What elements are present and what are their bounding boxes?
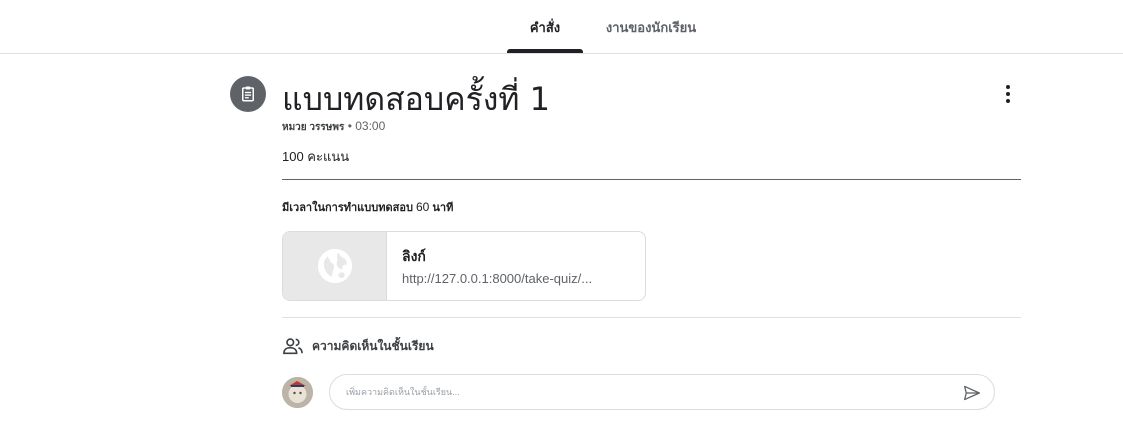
meta-separator: •: [347, 119, 352, 133]
comments-divider: [282, 317, 1021, 318]
tab-student-work-label: งานของนักเรียน: [605, 19, 697, 35]
description-number: 60: [415, 200, 430, 214]
comments-header-label: ความคิดเห็นในชั้นเรียน: [312, 338, 434, 353]
comment-input[interactable]: [344, 386, 928, 398]
assignment-description: มีเวลาในการทำแบบทดสอบ 60 นาที: [282, 198, 453, 216]
description-suffix: นาที: [432, 202, 454, 214]
tab-instructions[interactable]: คำสั่ง: [507, 0, 583, 54]
globe-icon: [317, 248, 352, 284]
more-vert-icon[interactable]: [996, 80, 1020, 108]
avatar: [282, 377, 313, 408]
active-tab-indicator: [507, 49, 583, 53]
author-name: หมวย วรรษพร: [282, 122, 345, 133]
comment-input-container: [329, 374, 995, 410]
page-title: แบบทดสอบครั้งที่ 1: [282, 80, 551, 118]
description-prefix: มีเวลาในการทำแบบทดสอบ: [282, 202, 413, 214]
points-label: 100 คะแนน: [282, 149, 350, 164]
tab-student-work[interactable]: งานของนักเรียน: [596, 0, 706, 54]
tab-instructions-label: คำสั่ง: [529, 19, 561, 35]
attachment-title: ลิงก์: [402, 248, 426, 264]
assignment-meta: หมวย วรรษพร • 03:00: [282, 119, 385, 135]
link-attachment-card[interactable]: ลิงก์ http://127.0.0.1:8000/take-quiz/..…: [282, 231, 646, 301]
people-icon: [283, 338, 303, 355]
post-time: 03:00: [355, 119, 386, 133]
attachment-url: http://127.0.0.1:8000/take-quiz/...: [402, 271, 593, 286]
attachment-text: ลิงก์ http://127.0.0.1:8000/take-quiz/..…: [387, 232, 592, 300]
top-tab-bar: คำสั่ง งานของนักเรียน: [0, 0, 1123, 54]
send-icon[interactable]: [960, 381, 984, 405]
class-comments-header[interactable]: ความคิดเห็นในชั้นเรียน: [282, 335, 434, 357]
attachment-thumbnail: [283, 232, 387, 300]
assignment-icon: [230, 76, 266, 112]
header-divider: [282, 179, 1021, 180]
